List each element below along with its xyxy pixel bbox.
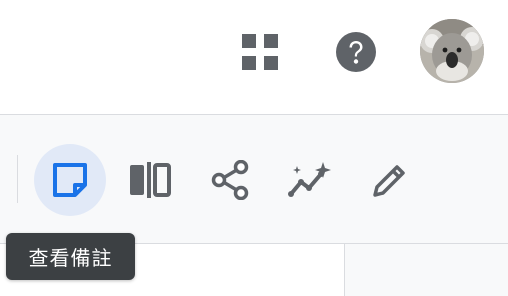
share-icon — [211, 160, 249, 200]
apps-button[interactable] — [230, 22, 290, 82]
edit-button[interactable] — [354, 144, 426, 216]
help-button[interactable] — [326, 22, 386, 82]
sticky-note-icon — [53, 163, 87, 197]
view-notes-button[interactable] — [34, 144, 106, 216]
compare-button[interactable] — [114, 144, 186, 216]
koala-avatar — [420, 19, 484, 83]
avatar[interactable] — [420, 19, 484, 83]
top-header — [0, 0, 508, 115]
help-circle-icon — [336, 32, 376, 72]
share-button[interactable] — [194, 144, 266, 216]
apps-grid-icon — [242, 34, 278, 70]
panel-divider — [344, 244, 345, 296]
compare-columns-icon — [130, 162, 171, 198]
tooltip-text: 查看備註 — [28, 246, 113, 270]
pencil-edit-icon — [373, 165, 405, 197]
toolbar-separator — [17, 155, 18, 203]
sparkle-insights-icon — [288, 162, 331, 197]
tooltip: 查看備註 — [6, 233, 135, 280]
insights-button[interactable] — [274, 144, 346, 216]
